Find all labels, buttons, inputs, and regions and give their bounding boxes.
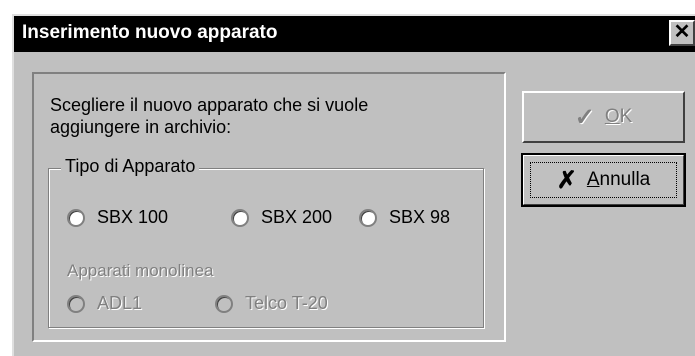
radio-label-sbx200: SBX 200	[261, 207, 333, 227]
close-button[interactable]: ✕	[669, 20, 695, 46]
radio-telco-t20[interactable]: Telco T-20	[215, 293, 328, 314]
prompt-line-1: Scegliere il nuovo apparato che si vuole	[50, 95, 369, 115]
prompt-text: Scegliere il nuovo apparato che si vuole…	[50, 94, 470, 138]
device-options-row: SBX 100 SBX 200 SBX 98	[49, 207, 483, 233]
radio-label-sbx100: SBX 100	[97, 207, 169, 227]
ok-button[interactable]: ✓ OK	[522, 91, 685, 143]
device-type-group: Tipo di Apparato SBX 100 SBX 200 SBX 98 …	[48, 156, 484, 328]
dialog-window: Inserimento nuovo apparato ✕ Scegliere i…	[12, 14, 695, 356]
radio-circle-icon[interactable]	[231, 208, 249, 227]
monoline-options-row: ADL1 Telco T-20	[49, 293, 483, 319]
dialog-title: Inserimento nuovo apparato	[22, 22, 278, 43]
radio-circle-icon[interactable]	[359, 208, 377, 227]
main-panel: Scegliere il nuovo apparato che si vuole…	[32, 72, 506, 342]
radio-circle-icon[interactable]	[67, 208, 85, 227]
radio-label-telco-t20: Telco T-20	[245, 293, 328, 313]
ok-label-mnemonic: O	[604, 106, 620, 127]
group-legend: Tipo di Apparato	[61, 156, 200, 177]
prompt-line-2: aggiungere in archivio:	[50, 117, 232, 137]
radio-sbx98[interactable]: SBX 98	[359, 207, 450, 228]
cancel-button[interactable]: ✗ Annulla	[521, 153, 686, 207]
radio-label-sbx98: SBX 98	[389, 207, 451, 227]
title-bar[interactable]: Inserimento nuovo apparato ✕	[14, 16, 695, 52]
radio-label-adl1: ADL1	[97, 293, 143, 313]
radio-circle-icon[interactable]	[67, 294, 85, 313]
radio-adl1[interactable]: ADL1	[67, 293, 142, 314]
radio-sbx200[interactable]: SBX 200	[231, 207, 332, 228]
monoline-heading: Apparati monolinea	[67, 261, 214, 280]
radio-sbx100[interactable]: SBX 100	[67, 207, 168, 228]
ok-label-rest: K	[619, 106, 633, 127]
radio-circle-icon[interactable]	[215, 294, 233, 313]
close-icon: ✕	[673, 21, 691, 43]
focus-rect	[530, 162, 677, 198]
checkmark-icon: ✓	[574, 103, 595, 131]
